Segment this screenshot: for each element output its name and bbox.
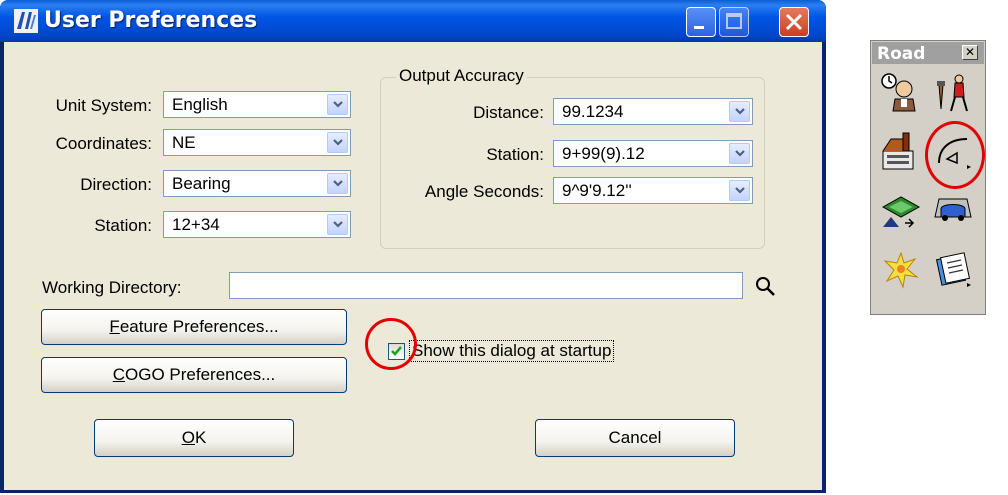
chevron-down-icon: [333, 180, 343, 187]
distance-label: Distance:: [473, 103, 544, 122]
preferences-icon[interactable]: [879, 129, 923, 173]
close-button[interactable]: [779, 7, 809, 37]
road-toolbar: Road ✕: [870, 40, 986, 315]
road-toolbar-close-button[interactable]: ✕: [962, 45, 978, 60]
station-label: Station:: [94, 216, 152, 235]
cogo-preferences-mnemonic: C: [112, 365, 126, 384]
dropdown-arrow[interactable]: [729, 101, 750, 122]
dropdown-arrow[interactable]: [327, 214, 348, 235]
dialog-client-area: Unit System: English Coordinates: NE Dir…: [4, 42, 822, 490]
angle-seconds-label: Angle Seconds:: [424, 182, 544, 201]
station-value: 12+34: [172, 215, 220, 234]
cogo-preferences-label: OGO Preferences...: [125, 365, 276, 384]
cogo-preferences-button[interactable]: COGO Preferences...: [41, 357, 347, 393]
road-toolbar-title: Road: [877, 44, 926, 64]
road-toolbar-title-bar[interactable]: Road ✕: [872, 42, 984, 64]
station-select[interactable]: 12+34: [163, 211, 351, 238]
chevron-down-icon: [333, 139, 343, 146]
inroads-app-icon: [14, 9, 38, 33]
roadway-designer-icon[interactable]: [931, 187, 975, 231]
chevron-down-icon: [735, 187, 745, 194]
highlight-icon[interactable]: [879, 247, 923, 291]
user-preferences-dialog: User Preferences Unit System: English Co…: [0, 0, 826, 493]
highlight-circle-curve-tool: [925, 121, 985, 189]
dropdown-arrow[interactable]: [327, 173, 348, 194]
unit-system-select[interactable]: English: [163, 91, 351, 118]
dropdown-arrow[interactable]: [729, 180, 750, 201]
project-manager-icon[interactable]: [879, 71, 923, 115]
direction-label: Direction:: [80, 175, 152, 194]
angle-seconds-value: 9^9'9.12'': [562, 181, 632, 200]
dropdown-arrow[interactable]: [729, 143, 750, 164]
unit-system-label: Unit System:: [55, 96, 152, 115]
output-station-select[interactable]: 9+99(9).12: [553, 140, 753, 167]
close-icon: [785, 13, 803, 31]
highlight-circle-checkbox: [365, 318, 417, 370]
minimize-button[interactable]: [686, 7, 716, 37]
working-directory-label: Working Directory:: [42, 278, 182, 297]
maximize-icon: [726, 13, 742, 29]
surface-icon[interactable]: [879, 187, 923, 231]
reports-icon[interactable]: [931, 247, 975, 291]
dropdown-arrow[interactable]: [327, 94, 348, 115]
working-directory-input[interactable]: [229, 272, 743, 299]
ok-mnemonic: O: [181, 428, 195, 447]
angle-seconds-select[interactable]: 9^9'9.12'': [553, 177, 753, 204]
minimize-icon: [694, 26, 704, 29]
distance-value: 99.1234: [562, 102, 624, 121]
close-icon: ✕: [964, 45, 976, 59]
chevron-down-icon: [735, 108, 745, 115]
coordinates-value: NE: [172, 133, 196, 152]
feature-preferences-label: eature Preferences...: [119, 317, 279, 336]
unit-system-value: English: [172, 95, 228, 114]
dialog-title: User Preferences: [44, 8, 258, 33]
dropdown-arrow[interactable]: [327, 132, 348, 153]
coordinates-label: Coordinates:: [55, 134, 152, 153]
output-station-label: Station:: [486, 145, 544, 164]
ok-label: K: [194, 428, 207, 447]
survey-icon[interactable]: [931, 71, 975, 115]
chevron-down-icon: [333, 221, 343, 228]
title-bar[interactable]: User Preferences: [0, 0, 826, 42]
feature-preferences-button[interactable]: Feature Preferences...: [41, 309, 347, 345]
direction-select[interactable]: Bearing: [163, 170, 351, 197]
cancel-button[interactable]: Cancel: [535, 419, 735, 457]
show-at-startup-label[interactable]: Show this dialog at startup: [408, 340, 615, 362]
output-accuracy-title: Output Accuracy: [396, 66, 527, 86]
maximize-button[interactable]: [719, 7, 749, 37]
coordinates-select[interactable]: NE: [163, 129, 351, 156]
direction-value: Bearing: [172, 174, 231, 193]
chevron-down-icon: [333, 101, 343, 108]
chevron-down-icon: [735, 150, 745, 157]
distance-select[interactable]: 99.1234: [553, 98, 753, 125]
output-station-value: 9+99(9).12: [562, 144, 645, 163]
feature-preferences-mnemonic: F: [109, 317, 120, 336]
search-icon[interactable]: [755, 276, 777, 298]
ok-button[interactable]: OK: [94, 419, 294, 457]
